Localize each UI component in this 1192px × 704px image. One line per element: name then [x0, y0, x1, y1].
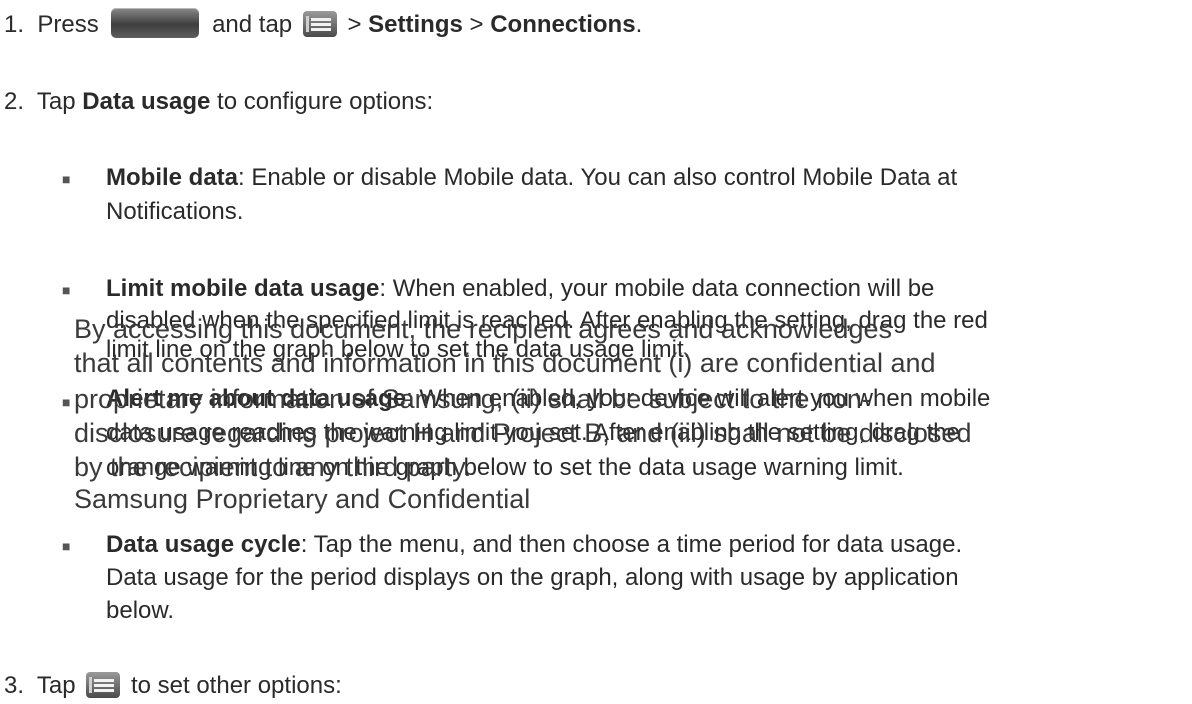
watermark-line: By accessing this document, the recipien…	[74, 314, 892, 344]
data-usage-label: Data usage	[82, 88, 211, 115]
bullet-marker: ■	[62, 282, 71, 298]
bullet-term: Limit mobile data usage	[106, 275, 380, 302]
step-text: Tap	[36, 672, 76, 699]
watermark-line: by the recipient to any third party.	[74, 452, 472, 482]
bullet-text: : When enabled, your mobile data connect…	[379, 275, 935, 302]
watermark-line: Samsung Proprietary and Confidential	[74, 484, 531, 514]
step-1: 1. Press and tap > Settings > Connection…	[4, 8, 642, 39]
bullet-term: Mobile data	[106, 164, 239, 191]
bullet-marker: ■	[62, 394, 71, 410]
watermark-line: that all contents and information in thi…	[74, 348, 936, 378]
period: .	[635, 11, 643, 38]
bullet-term: Data usage cycle	[106, 531, 301, 558]
step-text: to configure options:	[217, 88, 434, 115]
settings-label: Settings	[368, 11, 463, 38]
menu-key-icon	[86, 672, 121, 698]
document-page: 1. Press and tap > Settings > Connection…	[0, 0, 1192, 704]
step-text: Press	[37, 11, 99, 38]
home-key-icon	[111, 8, 200, 38]
step-number: 3.	[4, 672, 25, 699]
watermark-line: proprietary information of Samsung, (ii)…	[74, 384, 871, 414]
bullet-limit-mobile-data: Limit mobile data usage: When enabled, y…	[106, 274, 934, 303]
step-text: Tap	[36, 88, 76, 115]
separator: >	[469, 11, 484, 38]
bullet-text: Notifications.	[106, 198, 244, 225]
bullet-marker: ■	[62, 171, 71, 187]
bullet-mobile-data: Mobile data: Enable or disable Mobile da…	[106, 163, 957, 192]
step-text: to set other options:	[130, 672, 342, 699]
menu-key-icon	[302, 11, 337, 37]
bullet-text: : Tap the menu, and then choose a time p…	[300, 531, 963, 558]
bullet-data-usage-cycle: Data usage cycle: Tap the menu, and then…	[106, 530, 962, 559]
watermark-line: disclosure regarding project H and Proje…	[74, 418, 972, 448]
step-number: 2.	[4, 88, 25, 115]
separator: >	[347, 11, 362, 38]
bullet-text: Data usage for the period displays on th…	[106, 564, 959, 591]
step-number: 1.	[4, 11, 25, 38]
connections-label: Connections	[490, 11, 636, 38]
bullet-text: : Enable or disable Mobile data. You can…	[238, 164, 958, 191]
step-3: 3. Tap to set other options:	[4, 671, 342, 700]
bullet-text: below.	[106, 597, 175, 624]
step-text: and tap	[212, 11, 293, 38]
step-2: 2. Tap Data usage to configure options:	[4, 87, 433, 116]
bullet-marker: ■	[62, 538, 71, 554]
